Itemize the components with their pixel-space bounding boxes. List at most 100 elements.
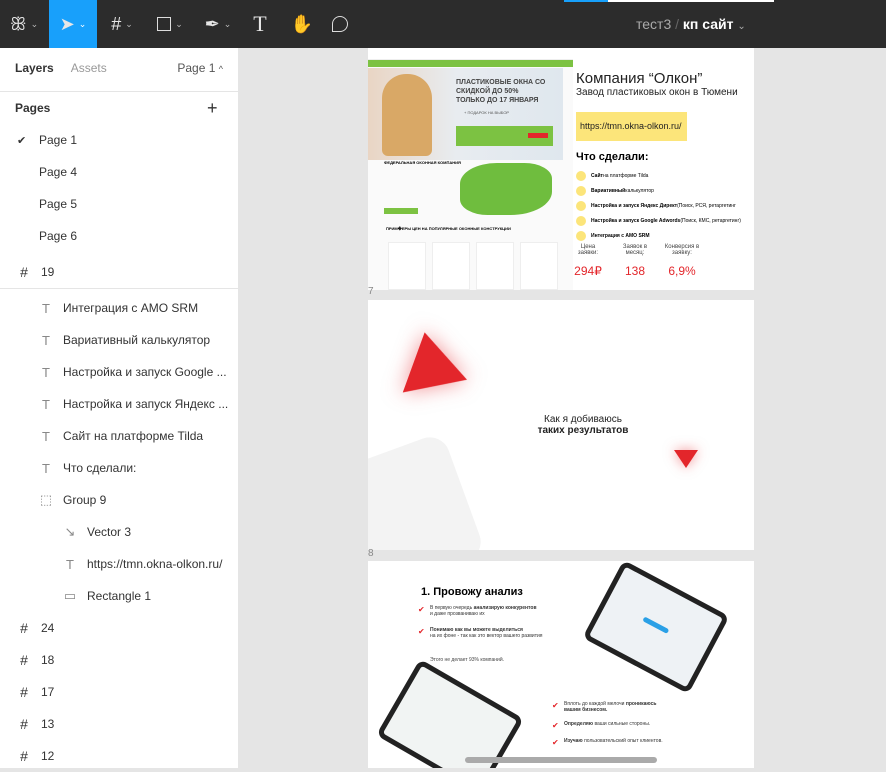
text-icon: T xyxy=(42,396,50,412)
url-box: https://tmn.okna-olkon.ru/ xyxy=(576,112,687,141)
comment-icon xyxy=(332,16,348,32)
pen-icon: ✒ xyxy=(204,13,220,34)
tab-layers[interactable]: Layers xyxy=(15,61,54,75)
move-tool-button[interactable]: ➤ ⌄ xyxy=(49,0,97,48)
chevron-down-icon[interactable]: ⌄ xyxy=(737,21,745,32)
layer-label: Сайт на платформе Tilda xyxy=(63,429,204,443)
page-selector[interactable]: Page 1 ^ xyxy=(177,61,223,75)
frame-label[interactable]: 7 xyxy=(368,286,374,297)
frame-8[interactable]: Как я добиваюсь таких результатов xyxy=(368,300,754,550)
model-photo xyxy=(382,74,432,156)
pages-title: Pages xyxy=(15,101,51,115)
shape-tool-button[interactable]: ⌄ xyxy=(150,0,190,48)
layer-item[interactable]: ↘ Vector 3 xyxy=(0,516,239,548)
layer-item[interactable]: #19 xyxy=(0,256,239,288)
text-tool-button[interactable]: T xyxy=(248,0,272,48)
layer-item[interactable]: T Вариативный калькулятор xyxy=(0,324,239,356)
page-label: Page 1 xyxy=(39,133,78,147)
page-item[interactable]: Page 5 xyxy=(0,188,239,220)
tablet-image xyxy=(582,561,730,695)
check-icon: ✔ xyxy=(418,605,425,614)
frame-icon: # xyxy=(20,716,28,732)
pen-tool-button[interactable]: ✒ ⌄ xyxy=(198,0,238,48)
layer-label: Интеграция с AMO SRM xyxy=(63,301,199,315)
frame-7[interactable]: ПЛАСТИКОВЫЕ ОКНА СО СКИДКОЙ ДО 50% ТОЛЬК… xyxy=(368,48,754,290)
page-item[interactable]: Page 4 xyxy=(0,156,239,188)
layer-item[interactable]: ▭ Rectangle 1 xyxy=(0,580,239,612)
page-item[interactable]: ✔ Page 1 xyxy=(0,124,239,156)
layer-item[interactable]: ⬚ Group 9 xyxy=(0,484,239,516)
file-title[interactable]: тест3 / кп сайт ⌄ xyxy=(636,16,746,32)
text-icon: T xyxy=(42,300,50,316)
frame-tool-button[interactable]: # ⌄ xyxy=(102,0,142,48)
chevron-up-icon: ^ xyxy=(218,64,223,74)
frame-icon: # xyxy=(20,684,28,700)
gift-text: + ПОДАРОК НА ВЫБОР xyxy=(464,110,510,115)
layer-item[interactable]: #13 xyxy=(0,708,239,740)
company-subtitle: Завод пластиковых окон в Тюмени xyxy=(576,87,738,98)
main-menu-button[interactable]: ꕥ ⌄ xyxy=(0,0,48,48)
note-text: Этого не делает 93% компаний. xyxy=(430,657,505,663)
frame-label[interactable]: 8 xyxy=(368,548,374,559)
company-title: Компания “Олкон” xyxy=(576,70,703,87)
page-item[interactable]: Page 6 xyxy=(0,220,239,252)
layer-item[interactable]: #12 xyxy=(0,740,239,772)
done-item: Настройка и запуск Яндекс Директ (Поиск,… xyxy=(576,198,754,213)
project-name[interactable]: тест3 xyxy=(636,16,671,32)
analysis-item: ✔ В первую очередь анализирую конкурентов… xyxy=(418,605,537,617)
layer-label: 24 xyxy=(41,621,55,635)
layer-item[interactable]: T Интеграция с AMO SRM xyxy=(0,292,239,324)
frame-icon: # xyxy=(20,652,28,668)
layers-panel: Layers Assets Page 1 ^ Pages + ✔ Page 1 Pag… xyxy=(0,48,239,768)
stat: Конверсия в заявку: 6,9% xyxy=(664,244,700,278)
separator: / xyxy=(675,16,680,32)
layer-item[interactable]: Thttps://tmn.okna-olkon.ru/ xyxy=(0,548,239,580)
page-label: Page 4 xyxy=(39,165,78,179)
layer-label: Настройка и запуск Яндекс ... xyxy=(63,397,229,411)
figma-logo-icon: ꕥ xyxy=(9,13,27,34)
current-page: Page 1 xyxy=(177,61,216,75)
page-label: Page 5 xyxy=(39,197,78,211)
rectangle-icon xyxy=(157,17,172,31)
done-item: Вариативный калькулятор xyxy=(576,183,754,198)
layer-label: Что сделали: xyxy=(63,461,137,475)
layer-item[interactable]: #17 xyxy=(0,676,239,708)
check-circle-icon xyxy=(576,200,586,211)
layer-item[interactable]: T Настройка и запуск Google ... xyxy=(0,356,239,388)
section-heading: ПРИМ�ЕРЫ ЦЕН НА ПОПУЛЯРНЫЕ ОКОННЫЕ КОНСТ… xyxy=(386,226,511,231)
analysis-item: ✔ Понимаю как вы можете выделиться на их ф… xyxy=(418,627,543,639)
layer-label: 13 xyxy=(41,717,55,731)
text-icon: T xyxy=(66,556,74,572)
tablet-image xyxy=(376,658,524,768)
hand-tool-button[interactable]: ✋ xyxy=(288,0,316,48)
horizontal-scrollbar[interactable] xyxy=(465,757,657,763)
tab-assets[interactable]: Assets xyxy=(71,61,107,75)
large-play-triangle xyxy=(402,332,478,412)
done-item: Сайт на платформе Tilda xyxy=(576,168,754,183)
frame-9[interactable]: 1. Провожу анализ ✔ В первую очередь анал… xyxy=(368,561,754,768)
text-icon: T xyxy=(42,460,50,476)
check-icon: ✔ xyxy=(418,627,425,636)
russia-map xyxy=(460,163,552,215)
add-page-button[interactable]: + xyxy=(207,98,218,119)
cursor-icon: ➤ xyxy=(59,13,75,34)
layer-item[interactable]: T Что сделали: xyxy=(0,452,239,484)
layer-label: Настройка и запуск Google ... xyxy=(63,365,227,379)
progress-indicator xyxy=(564,0,608,2)
heading-line-2: таких результатов xyxy=(537,425,629,436)
layer-label: 12 xyxy=(41,749,55,763)
layer-item[interactable]: T Сайт на платформе Tilda xyxy=(0,420,239,452)
text-icon: T xyxy=(253,11,267,36)
layer-item[interactable]: T Настройка и запуск Яндекс ... xyxy=(0,388,239,420)
layer-item[interactable]: #24 xyxy=(0,612,239,644)
text-icon: T xyxy=(42,364,50,380)
text-icon: T xyxy=(42,428,50,444)
comment-tool-button[interactable] xyxy=(326,0,354,48)
layer-label: 17 xyxy=(41,685,55,699)
file-name[interactable]: кп сайт xyxy=(683,16,734,32)
layer-item[interactable]: #18 xyxy=(0,644,239,676)
done-item: Настройка и запуск Google Adwords (Поиск… xyxy=(576,213,754,228)
frame-icon: # xyxy=(20,748,28,764)
layer-label: Vector 3 xyxy=(87,525,132,539)
progress-track xyxy=(608,0,774,2)
